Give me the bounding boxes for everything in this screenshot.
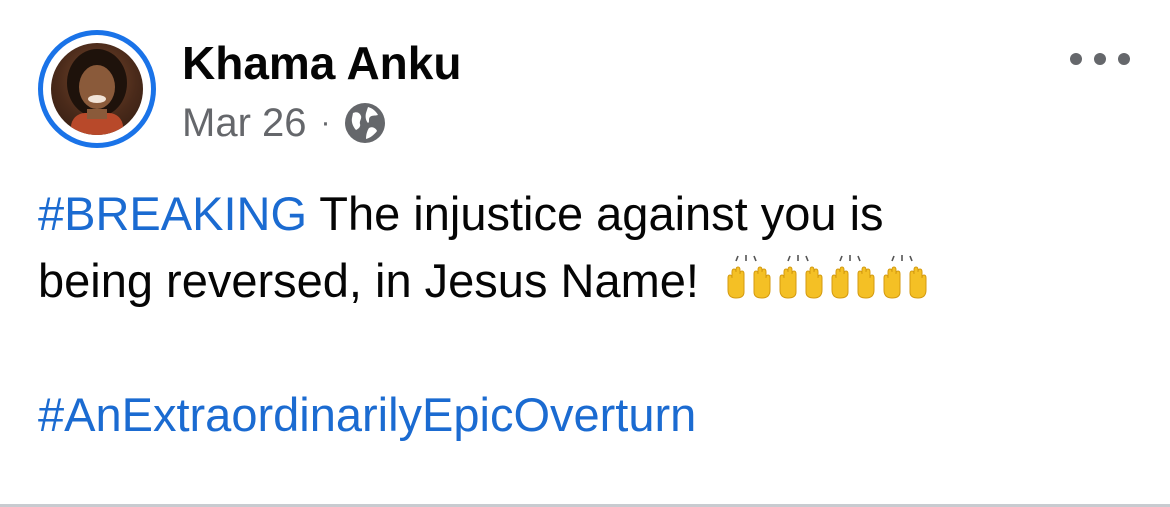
post-meta: Mar 26 · bbox=[182, 100, 387, 146]
raising-hands-emoji bbox=[772, 249, 830, 307]
more-options-button[interactable] bbox=[1070, 46, 1130, 72]
post-text-line-1: The injustice against you is bbox=[307, 187, 884, 240]
post-line-1: #BREAKING The injustice against you is bbox=[38, 180, 1138, 247]
avatar-story-ring[interactable] bbox=[38, 30, 156, 148]
post-text-line-2: being reversed, in Jesus Name! bbox=[38, 254, 712, 307]
more-dot bbox=[1118, 53, 1130, 65]
raising-hands-emoji bbox=[824, 249, 882, 307]
post-body: #BREAKING The injustice against you is b… bbox=[38, 180, 1138, 448]
post-line-4: #AnExtraordinarilyEpicOverturn bbox=[38, 381, 1138, 448]
avatar[interactable] bbox=[51, 43, 143, 135]
more-dot bbox=[1094, 53, 1106, 65]
raising-hands-emoji bbox=[876, 249, 934, 307]
hashtag-overturn[interactable]: #AnExtraordinarilyEpicOverturn bbox=[38, 388, 696, 441]
avatar-portrait-icon bbox=[67, 49, 127, 135]
more-dot bbox=[1070, 53, 1082, 65]
post-date[interactable]: Mar 26 bbox=[182, 101, 307, 146]
facebook-post: Khama Anku Mar 26 · #BREAKING The injust… bbox=[0, 0, 1170, 507]
meta-separator: · bbox=[320, 106, 331, 139]
raising-hands-emoji bbox=[720, 249, 778, 307]
globe-icon[interactable] bbox=[343, 101, 387, 145]
hashtag-breaking[interactable]: #BREAKING bbox=[38, 187, 307, 240]
raising-hands-emoji-group bbox=[720, 249, 934, 307]
author-name[interactable]: Khama Anku bbox=[182, 36, 461, 90]
post-line-2: being reversed, in Jesus Name! bbox=[38, 247, 1138, 314]
